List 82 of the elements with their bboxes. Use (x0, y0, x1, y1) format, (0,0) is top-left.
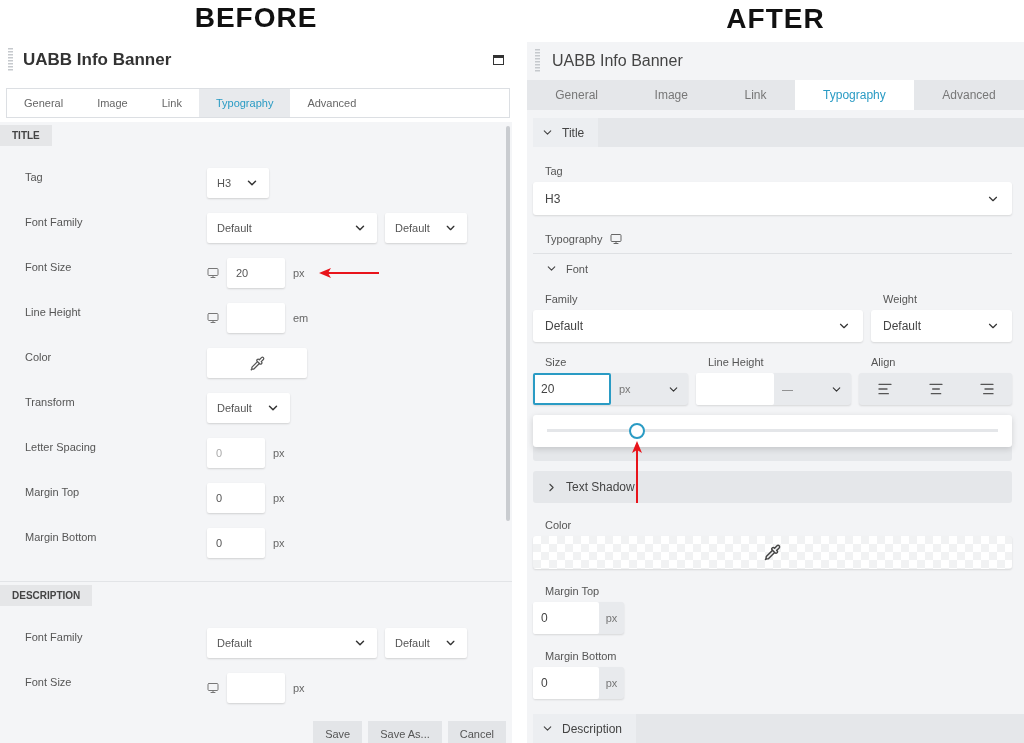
tab[interactable]: Link (716, 80, 795, 110)
tab[interactable]: General (527, 80, 627, 110)
section-heading: DESCRIPTION (0, 585, 93, 606)
unit-label: px (293, 682, 305, 694)
section-heading: TITLE (0, 125, 52, 146)
tab[interactable]: Image (626, 80, 717, 110)
eyedropper-icon (764, 544, 781, 561)
select-field[interactable]: Default (207, 393, 290, 423)
align-left-icon (876, 381, 893, 397)
input-field[interactable]: 0 (533, 602, 599, 634)
footer-button[interactable]: Save As... (368, 721, 442, 743)
select-field[interactable]: Default (533, 310, 863, 342)
select-field[interactable]: Default (385, 628, 467, 658)
section-toggle[interactable]: Title (533, 118, 599, 147)
footer-button[interactable]: Save (313, 721, 363, 743)
field-label: Tag (24, 170, 44, 183)
field-label: Line Height (24, 305, 82, 318)
field-label: Align (870, 356, 897, 368)
drag-handle-icon[interactable] (535, 49, 540, 73)
panel-title: UABB Info Banner (552, 52, 683, 70)
after-heading: AFTER (725, 2, 826, 36)
field-label: Letter Spacing (24, 440, 97, 453)
field-label: Weight (882, 293, 919, 305)
monitor-icon[interactable] (207, 267, 219, 279)
unit-label: px (273, 492, 285, 504)
select-field[interactable]: Default (871, 310, 1012, 342)
field-label: Tag (544, 165, 564, 177)
select-field[interactable]: Default (207, 628, 377, 658)
field-label: Family (544, 293, 579, 305)
field-label: Margin Top (544, 585, 601, 597)
field-label: Font Family (24, 630, 84, 643)
footer-button[interactable]: Cancel (447, 721, 506, 743)
before-heading: BEFORE (193, 1, 319, 35)
unit-label: px (273, 447, 285, 459)
scrollbar[interactable] (506, 126, 510, 521)
select-field[interactable]: H3 (207, 168, 270, 198)
field-label: Color (24, 350, 53, 363)
field-label: Font Size (24, 675, 73, 688)
monitor-icon[interactable] (207, 682, 219, 694)
field-label: Font Family (24, 215, 84, 228)
input-field[interactable]: 0 (207, 483, 265, 513)
select-field[interactable]: H3 (533, 182, 1012, 215)
font-toggle[interactable]: Font (545, 262, 588, 275)
input-field[interactable] (227, 303, 285, 333)
unit-label: px (273, 537, 285, 549)
field-label: Size (544, 356, 568, 368)
monitor-icon[interactable] (207, 312, 219, 324)
select-field[interactable]: Default (385, 213, 467, 243)
field-label: Font Size (24, 260, 73, 273)
maximize-icon[interactable] (493, 55, 504, 65)
input-field[interactable]: 20 (227, 258, 285, 288)
input-field[interactable]: 0 (207, 528, 265, 558)
input-field[interactable]: 0 (207, 438, 265, 468)
align-right-icon (978, 381, 995, 397)
field-label: Margin Bottom (544, 650, 618, 662)
slider-thumb[interactable] (629, 423, 646, 439)
unit-label: em (293, 312, 309, 324)
input-field[interactable] (227, 673, 285, 703)
eyedropper-icon (249, 355, 265, 371)
unit-label: px (604, 611, 619, 626)
field-label: Color (544, 519, 573, 531)
input-field[interactable]: 0 (533, 667, 599, 699)
color-picker-button[interactable] (207, 348, 307, 378)
color-field[interactable] (533, 536, 1012, 569)
unit-select[interactable]: px (611, 373, 688, 405)
unit-label: px (604, 676, 619, 691)
section-toggle[interactable]: Description (533, 714, 637, 743)
field-label: Margin Top (24, 485, 81, 498)
select-field[interactable]: Default (207, 213, 377, 243)
input-field[interactable] (696, 373, 774, 405)
tab[interactable]: Advanced (914, 80, 1024, 110)
field-label: Line Height (707, 356, 765, 368)
drag-handle-icon[interactable] (8, 48, 13, 72)
field-label: Typography (545, 233, 603, 245)
unit-label: px (293, 267, 305, 279)
field-label: Margin Bottom (24, 530, 98, 543)
field-label: Transform (24, 395, 76, 408)
accordion-row[interactable]: Text Shadow (533, 471, 1012, 503)
monitor-icon[interactable] (610, 233, 623, 245)
input-field[interactable]: 20 (533, 373, 611, 405)
panel-title: UABB Info Banner (23, 50, 172, 70)
align-center-icon (927, 381, 944, 397)
